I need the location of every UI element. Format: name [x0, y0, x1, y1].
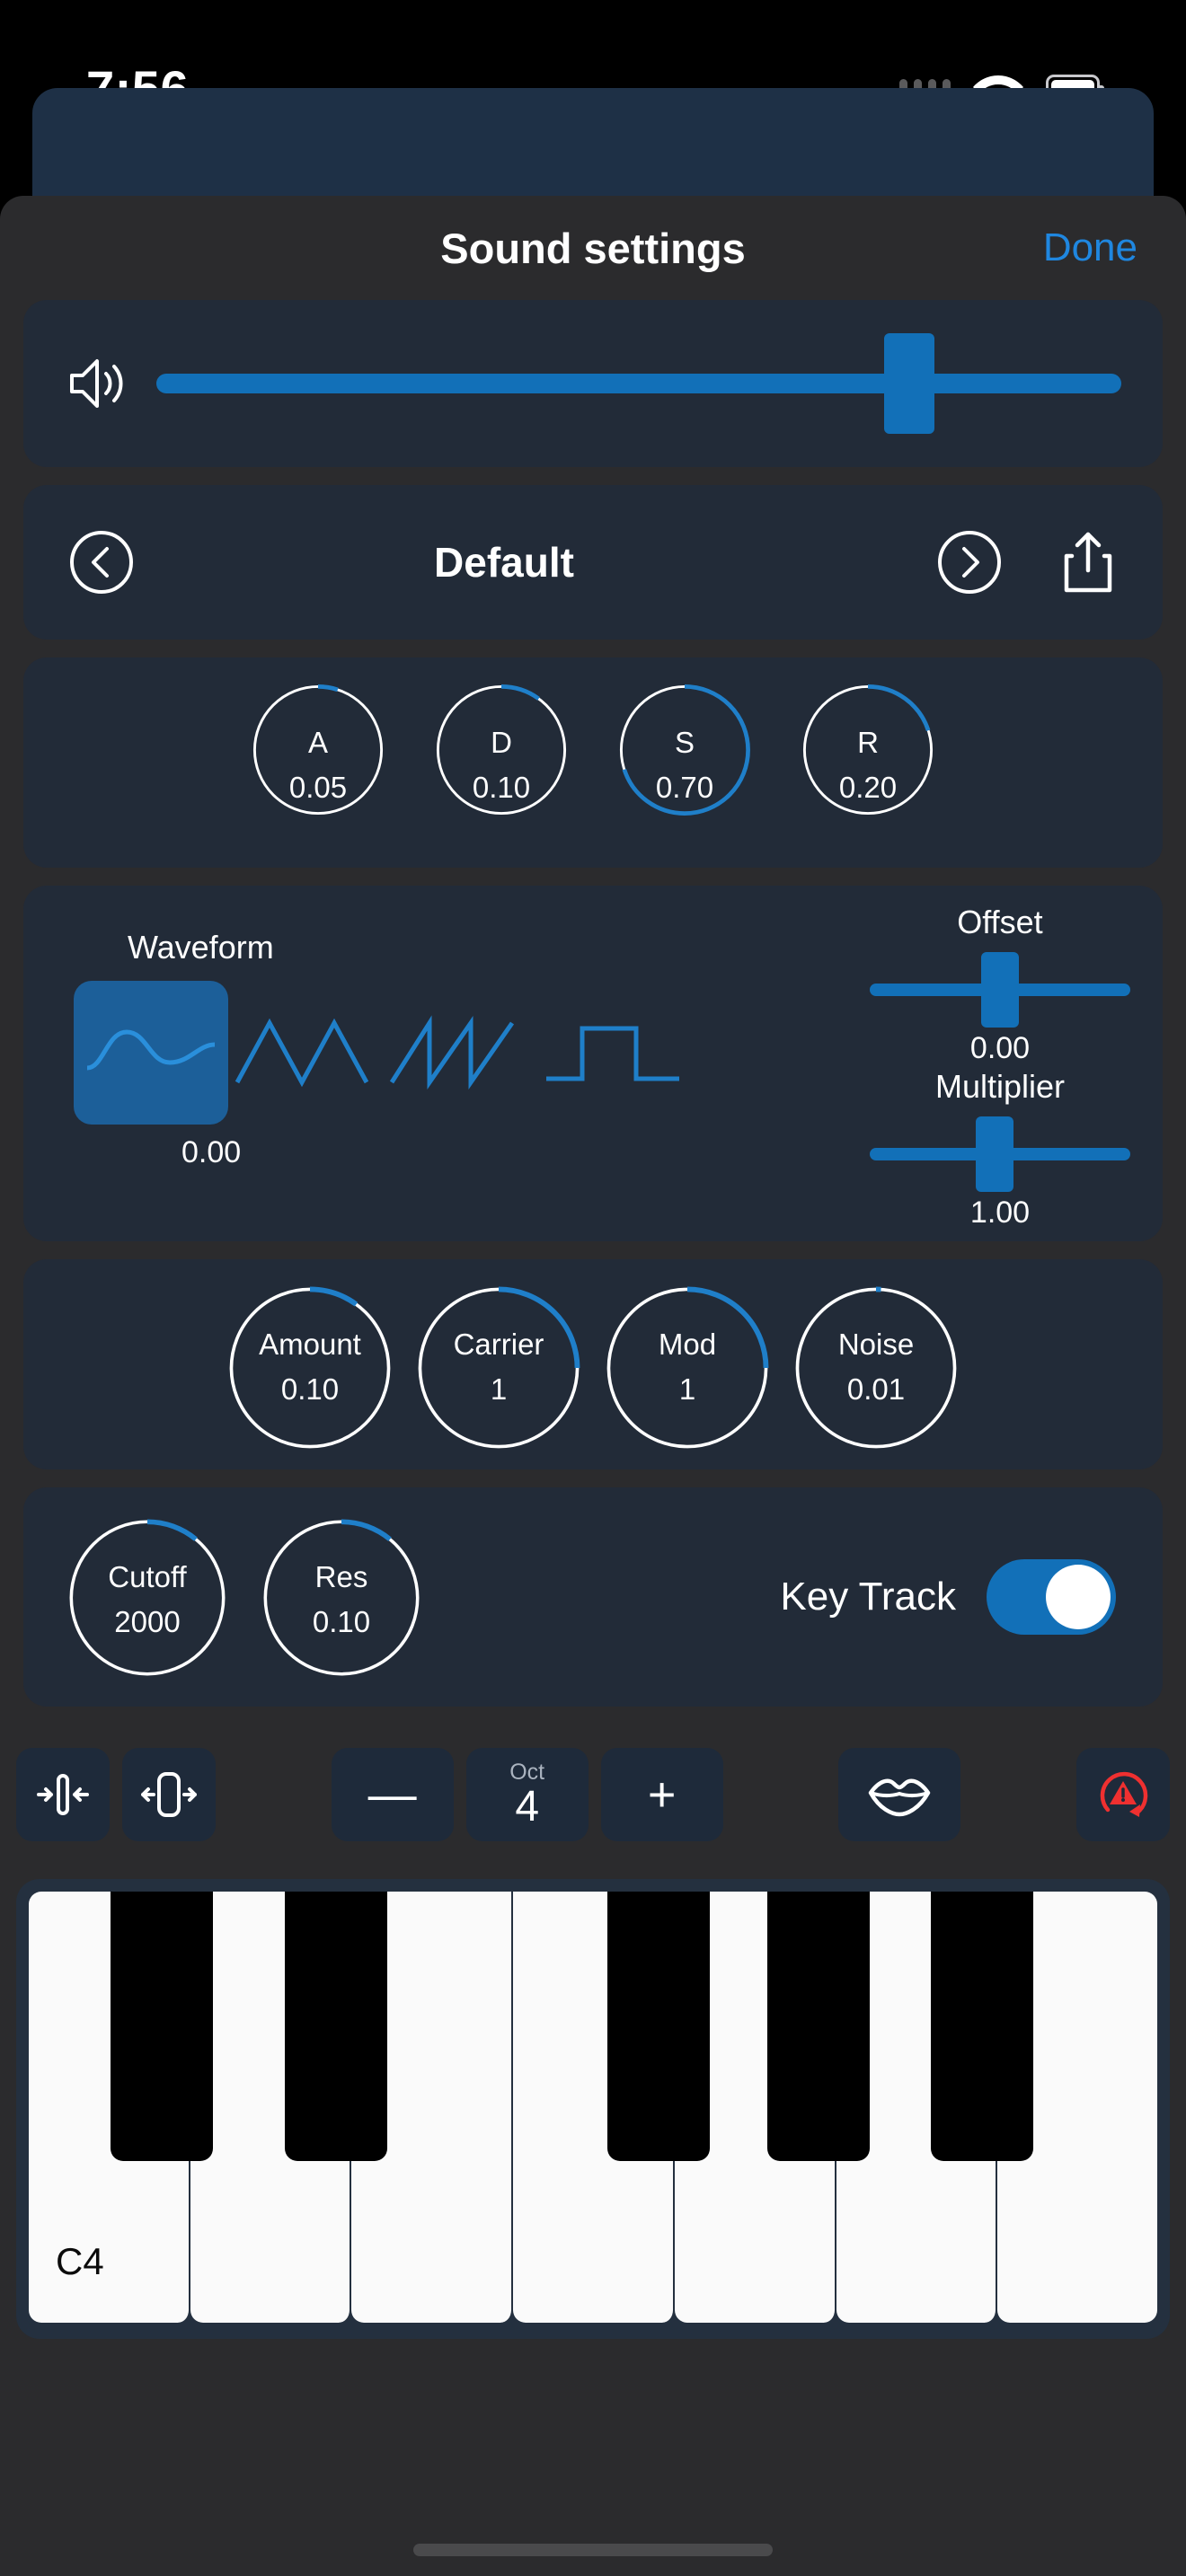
speaker-wave-icon: [70, 359, 123, 408]
knob-amount[interactable]: Amount 0.10: [226, 1284, 394, 1450]
knob-cutoff[interactable]: Cutoff 2000: [66, 1517, 228, 1677]
envelope-card: A 0.05 D 0.10 S 0.70 R 0.20: [23, 657, 1163, 868]
done-button[interactable]: Done: [1043, 225, 1137, 270]
filter-card: Cutoff 2000 Res 0.10 Key Track: [23, 1487, 1163, 1707]
lips-button[interactable]: [838, 1748, 961, 1841]
expand-horizontal-icon: [141, 1772, 197, 1817]
phone-screen: 7:56 Sound settings Done: [0, 0, 1186, 2576]
sine-wave-icon[interactable]: [74, 981, 228, 1125]
black-key[interactable]: [931, 1892, 1034, 2161]
knob-value: 0.10: [280, 1372, 340, 1406]
knob-value: 0.70: [655, 771, 714, 804]
multiplier-value: 1.00: [969, 1195, 1031, 1230]
fm-knob-row: Amount 0.10 Carrier 1 Mod 1 Noise 0.01: [216, 1284, 970, 1450]
piano-keyboard: C4: [16, 1879, 1170, 2339]
home-indicator: [413, 2544, 773, 2556]
keyboard-toolbar: — Oct 4 +: [16, 1726, 1171, 1863]
waveform-section: Waveform 0.00: [74, 886, 757, 1170]
collapse-horizontal-button[interactable]: [16, 1748, 110, 1841]
envelope-knob-row: A 0.05 D 0.10 S 0.70 R 0.20: [226, 683, 960, 842]
lips-icon: [869, 1778, 931, 1817]
offset-value: 0.00: [969, 1031, 1031, 1065]
multiplier-slider-thumb[interactable]: [976, 1116, 1014, 1192]
key-track-row: Key Track: [438, 1559, 1136, 1635]
knob-label: Cutoff: [108, 1560, 187, 1593]
share-up-icon[interactable]: [1058, 529, 1118, 595]
knob-carrier[interactable]: Carrier 1: [415, 1284, 582, 1450]
oscillator-modifiers: Offset 0.00 Multiplier 1.00: [870, 886, 1130, 1231]
octave-value: 4: [515, 1782, 540, 1831]
volume-slider[interactable]: [156, 333, 1121, 434]
sound-settings-sheet: Sound settings Done Default A 0.05 D 0.1…: [0, 196, 1186, 2576]
black-key[interactable]: [111, 1892, 214, 2161]
black-key[interactable]: [284, 1892, 387, 2161]
black-key[interactable]: [606, 1892, 710, 2161]
preset-card: Default: [23, 485, 1163, 640]
knob-label: D: [491, 726, 512, 759]
black-key[interactable]: [767, 1892, 871, 2161]
volume-card: [23, 300, 1163, 467]
knob-noise[interactable]: Noise 0.01: [792, 1284, 960, 1450]
octave-display[interactable]: Oct 4: [465, 1748, 589, 1841]
square-wave-icon[interactable]: [537, 981, 692, 1125]
knob-label: A: [307, 726, 328, 759]
knob-s[interactable]: S 0.70: [617, 683, 752, 842]
key-track-label: Key Track: [780, 1575, 956, 1619]
waveform-selector: [74, 981, 757, 1125]
knob-label: R: [857, 726, 879, 759]
octave-up-label: +: [647, 1768, 677, 1822]
key-track-toggle[interactable]: [987, 1559, 1116, 1635]
octave-up-button[interactable]: +: [600, 1748, 723, 1841]
filter-knob-row: Cutoff 2000 Res 0.10: [50, 1517, 438, 1677]
expand-horizontal-button[interactable]: [122, 1748, 216, 1841]
knob-a[interactable]: A 0.05: [251, 683, 385, 842]
knob-label: Carrier: [453, 1328, 544, 1361]
collapse-horizontal-icon: [37, 1774, 89, 1815]
chevron-right-circle-icon[interactable]: [936, 529, 1003, 595]
knob-res[interactable]: Res 0.10: [261, 1517, 422, 1677]
triangle-wave-icon[interactable]: [228, 981, 383, 1125]
toggle-knob: [1046, 1565, 1111, 1629]
black-keys: [29, 1892, 1157, 2161]
knob-label: S: [674, 726, 695, 759]
octave-down-label: —: [367, 1768, 417, 1822]
octave-caption: Oct: [509, 1759, 545, 1785]
knob-label: Noise: [837, 1328, 915, 1361]
knob-d[interactable]: D 0.10: [434, 683, 569, 842]
waveform-value: 0.00: [181, 1135, 242, 1169]
knob-r[interactable]: R 0.20: [801, 683, 935, 842]
oscillator-card: Waveform 0.00 Offset 0.00 Multiplier 1.0…: [23, 886, 1163, 1241]
knob-value: 0.20: [838, 771, 898, 804]
octave-down-button[interactable]: —: [331, 1748, 454, 1841]
multiplier-label: Multiplier: [934, 1068, 1066, 1105]
knob-value: 1: [490, 1372, 508, 1406]
sheet-header: Sound settings Done: [0, 196, 1186, 300]
multiplier-slider[interactable]: [870, 1113, 1130, 1195]
knob-value: 1: [678, 1372, 696, 1406]
offset-slider-thumb[interactable]: [981, 952, 1019, 1028]
knob-value: 2000: [114, 1605, 181, 1638]
page-title: Sound settings: [440, 224, 746, 272]
offset-label: Offset: [957, 904, 1043, 940]
preset-name[interactable]: Default: [126, 538, 936, 587]
knob-value: 0.05: [288, 771, 348, 804]
key-note-label: C4: [56, 2240, 104, 2282]
panic-button[interactable]: [1076, 1748, 1171, 1841]
volume-slider-thumb[interactable]: [883, 333, 934, 434]
waveform-label: Waveform: [128, 929, 274, 966]
knob-label: Amount: [259, 1328, 361, 1361]
knob-label: Res: [314, 1560, 368, 1593]
knob-label: Mod: [658, 1328, 717, 1361]
volume-slider-track: [156, 374, 1121, 393]
knob-value: 0.10: [472, 771, 531, 804]
offset-slider[interactable]: [870, 948, 1130, 1031]
panic-warning-icon: [1100, 1771, 1148, 1817]
sawtooth-wave-icon[interactable]: [383, 981, 537, 1125]
chevron-left-circle-icon[interactable]: [68, 529, 135, 595]
knob-mod[interactable]: Mod 1: [604, 1284, 771, 1450]
knob-value: 0.10: [312, 1605, 371, 1638]
knob-value: 0.01: [846, 1372, 906, 1406]
fm-card: Amount 0.10 Carrier 1 Mod 1 Noise 0.01: [23, 1259, 1163, 1469]
